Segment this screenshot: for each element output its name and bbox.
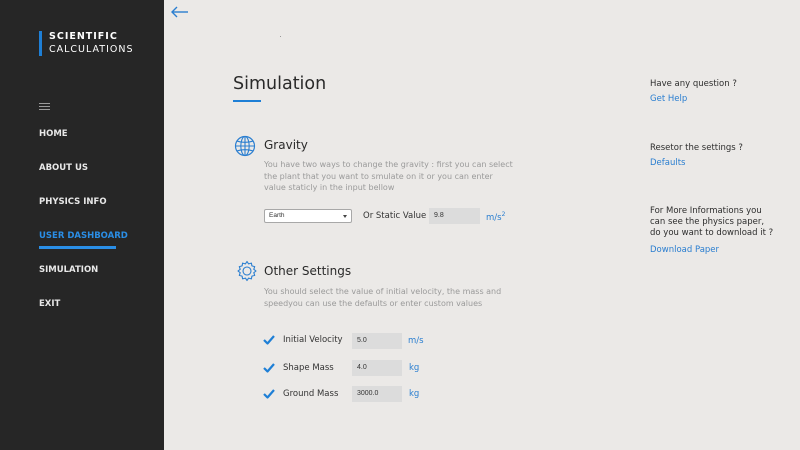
gravity-static-input[interactable]: 9.8 [429, 208, 480, 224]
sidebar-item-simulation[interactable]: SIMULATION [39, 265, 128, 299]
gravity-unit-base: m/s [486, 212, 502, 223]
sidebar-item-label: EXIT [39, 299, 61, 309]
gravity-title: Gravity [264, 138, 308, 152]
page-title: Simulation [233, 74, 327, 94]
app-logo[interactable]: SCIENTIFIC CALCULATIONS [39, 31, 134, 56]
planet-select[interactable]: Earth [264, 209, 352, 223]
sidebar-item-label: SIMULATION [39, 265, 99, 275]
sidebar-item-home[interactable]: HOME [39, 129, 128, 163]
other-settings-title: Other Settings [264, 264, 352, 278]
logo-line1: SCIENTIFIC [49, 31, 118, 42]
static-value-label: Or Static Value [363, 211, 427, 221]
sidebar-nav: HOME ABOUT US PHYSICS INFO USER DASHBOAR… [39, 129, 128, 333]
shape-mass-label: Shape Mass [283, 363, 334, 373]
ground-mass-label: Ground Mass [283, 389, 339, 399]
decorative-dot [280, 36, 281, 37]
download-paper-link[interactable]: Download Paper [650, 245, 719, 255]
initial-velocity-unit: m/s [408, 336, 424, 346]
get-help-link[interactable]: Get Help [650, 94, 687, 104]
sidebar-item-label: USER DASHBOARD [39, 231, 128, 241]
planet-select-value: Earth [269, 212, 285, 219]
gear-icon [237, 260, 257, 282]
check-icon[interactable] [263, 335, 275, 345]
hamburger-icon[interactable] [39, 103, 50, 111]
check-icon[interactable] [263, 389, 275, 399]
defaults-link[interactable]: Defaults [650, 158, 686, 168]
ground-mass-input[interactable]: 3000.0 [352, 386, 402, 402]
shape-mass-unit: kg [409, 363, 420, 373]
sidebar-item-physics-info[interactable]: PHYSICS INFO [39, 197, 128, 231]
other-settings-description: You should select the value of initial v… [264, 287, 502, 308]
sidebar: SCIENTIFIC CALCULATIONS HOME ABOUT US PH… [0, 0, 164, 450]
gravity-description: You have two ways to change the gravity … [264, 160, 513, 192]
sidebar-item-label: PHYSICS INFO [39, 197, 107, 207]
gravity-unit-exponent: 2 [501, 211, 506, 218]
sidebar-item-about-us[interactable]: ABOUT US [39, 163, 128, 197]
active-indicator [39, 246, 116, 249]
sidebar-item-label: ABOUT US [39, 163, 88, 173]
download-question: For More Informations you can see the ph… [650, 206, 774, 238]
gravity-unit: m/s2 [486, 211, 505, 223]
sidebar-item-user-dashboard[interactable]: USER DASHBOARD [39, 231, 128, 265]
initial-velocity-label: Initial Velocity [283, 335, 343, 345]
chevron-down-icon [343, 215, 347, 218]
title-underline [233, 100, 261, 102]
sidebar-item-label: HOME [39, 129, 68, 139]
back-button[interactable] [170, 4, 190, 20]
sidebar-item-exit[interactable]: EXIT [39, 299, 128, 333]
arrow-left-icon [171, 6, 188, 18]
check-icon[interactable] [263, 363, 275, 373]
ground-mass-unit: kg [409, 389, 420, 399]
help-question: Have any question ? [650, 79, 737, 89]
shape-mass-input[interactable]: 4.0 [352, 360, 402, 376]
globe-icon [234, 135, 256, 157]
reset-question: Resetor the settings ? [650, 143, 743, 153]
initial-velocity-input[interactable]: 5.0 [352, 333, 402, 349]
logo-line2: CALCULATIONS [49, 43, 134, 55]
